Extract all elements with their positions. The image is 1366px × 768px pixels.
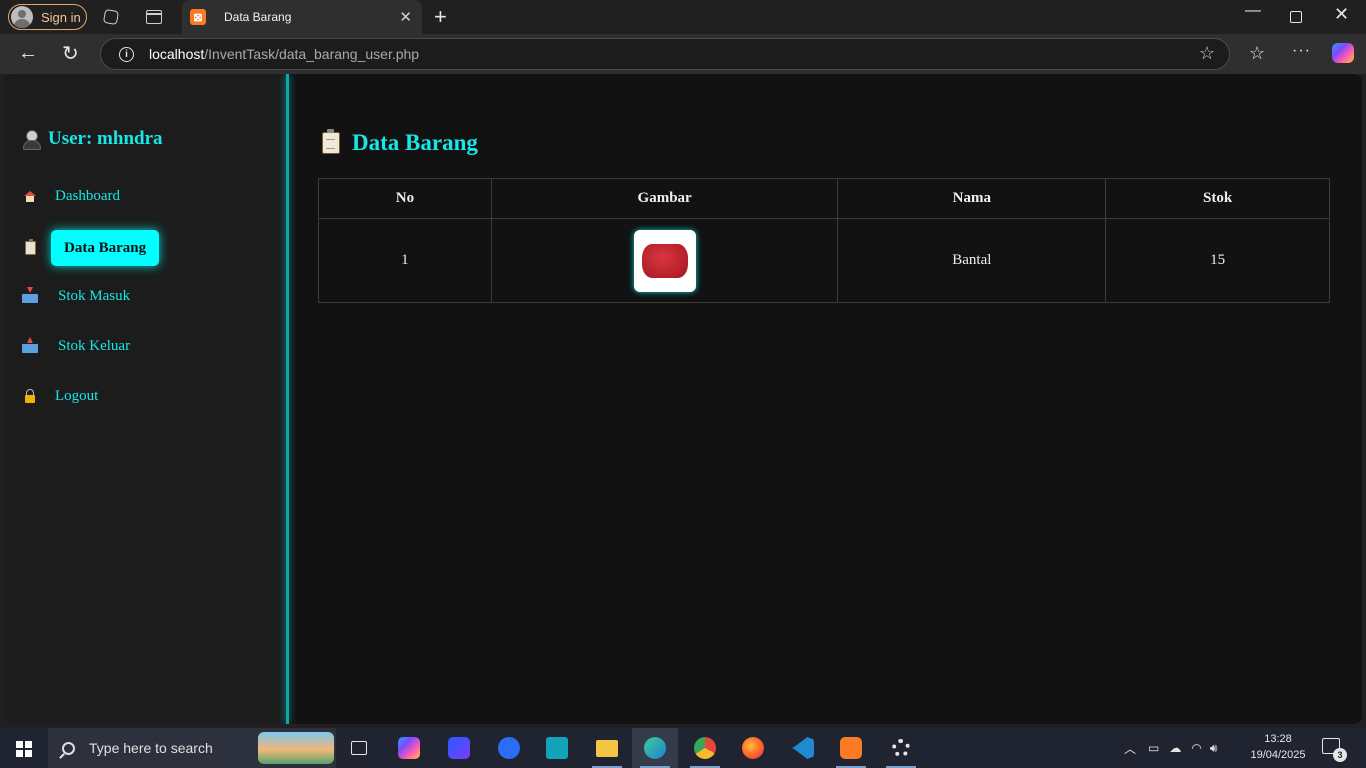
- sidebar-item-dashboard[interactable]: Dashboard: [22, 188, 120, 205]
- favorite-star-icon[interactable]: ☆: [1199, 43, 1215, 64]
- house-icon: [22, 189, 38, 205]
- column-header-no: No: [318, 178, 492, 219]
- browser-nav-bar: ← ↻ i localhost/InventTask/data_barang_u…: [0, 34, 1366, 74]
- xampp-icon[interactable]: [828, 728, 874, 768]
- sidebar-item-stok-masuk[interactable]: Stok Masuk: [22, 288, 130, 305]
- onedrive-icon[interactable]: ☁: [1169, 741, 1181, 755]
- zoom-icon[interactable]: [486, 728, 532, 768]
- sidebar-divider: [286, 74, 289, 724]
- xampp-favicon-icon: ⊠: [190, 9, 206, 25]
- system-clock[interactable]: 13:28 19/04/2025: [1246, 731, 1310, 763]
- sidebar-item-logout[interactable]: Logout: [22, 388, 98, 405]
- clipboard-icon: [322, 129, 340, 154]
- column-header-gambar: Gambar: [490, 178, 839, 219]
- product-image: [633, 229, 696, 292]
- column-header-nama: Nama: [837, 178, 1107, 219]
- page-title-text: Data Barang: [352, 130, 478, 155]
- workspaces-icon[interactable]: [102, 8, 120, 26]
- pillow-image: [641, 243, 688, 278]
- sign-in-button[interactable]: Sign in: [8, 4, 87, 30]
- search-highlight-image: [258, 732, 334, 764]
- table-header-row: No Gambar Nama Stok: [318, 178, 1330, 219]
- profile-avatar-icon: [11, 6, 33, 28]
- cell-no: 1: [318, 218, 492, 303]
- column-header-stok: Stok: [1105, 178, 1330, 219]
- user-label: User: mhndra: [48, 128, 163, 149]
- taskbar-search-box[interactable]: Type here to search: [48, 728, 336, 768]
- battery-icon[interactable]: ▭: [1148, 741, 1159, 755]
- task-view-icon[interactable]: [336, 728, 382, 768]
- clock-time: 13:28: [1264, 733, 1292, 745]
- url-host: localhost: [149, 46, 205, 62]
- sidebar-item-data-barang[interactable]: Data Barang: [22, 230, 160, 266]
- favorites-icon[interactable]: ☆: [1249, 43, 1265, 64]
- wifi-icon[interactable]: ◠: [1191, 741, 1201, 755]
- copilot-icon[interactable]: [1332, 43, 1354, 63]
- sidebar: User: mhndra Dashboard Data Barang Stok …: [4, 74, 288, 724]
- system-tray: ︿ ▭ ☁ ◠ 🔊︎: [1124, 728, 1217, 768]
- maximize-icon[interactable]: [1290, 11, 1302, 23]
- clock-date: 19/04/2025: [1250, 749, 1306, 761]
- notification-count-badge: 3: [1333, 748, 1347, 762]
- minimize-icon[interactable]: —: [1245, 2, 1261, 20]
- more-options-icon[interactable]: ···: [1292, 42, 1311, 60]
- inbox-tray-icon: [22, 289, 38, 305]
- data-barang-table: No Gambar Nama Stok 1 Bantal 15: [318, 178, 1330, 303]
- settings-gear-icon[interactable]: [878, 728, 924, 768]
- sidebar-item-label: Stok Masuk: [58, 288, 131, 304]
- search-icon: [62, 741, 75, 755]
- outbox-tray-icon: [22, 339, 38, 355]
- sidebar-item-label: Logout: [55, 388, 99, 404]
- file-explorer-icon[interactable]: [584, 728, 630, 768]
- sign-in-label: Sign in: [41, 9, 81, 25]
- clipboard-icon: [22, 239, 38, 256]
- back-arrow-icon[interactable]: ←: [18, 42, 38, 65]
- tab-title: Data Barang: [224, 10, 292, 24]
- cell-nama: Bantal: [837, 218, 1107, 303]
- edge-browser-icon[interactable]: [632, 728, 678, 768]
- app-bolt-icon[interactable]: [534, 728, 580, 768]
- close-window-icon[interactable]: ✕: [1334, 4, 1349, 25]
- close-tab-icon[interactable]: ✕: [399, 8, 412, 26]
- chevron-up-icon[interactable]: ︿: [1124, 740, 1136, 757]
- user-info: User: mhndra: [22, 128, 163, 150]
- user-icon: [22, 129, 41, 150]
- page-title: Data Barang: [322, 129, 478, 156]
- page-viewport: User: mhndra Dashboard Data Barang Stok …: [4, 74, 1362, 724]
- table-row: 1 Bantal 15: [318, 218, 1330, 303]
- tab-actions-icon[interactable]: [146, 10, 162, 24]
- reload-icon[interactable]: ↻: [62, 41, 79, 66]
- cell-gambar: [490, 218, 839, 303]
- search-placeholder: Type here to search: [89, 740, 213, 756]
- tab-data-barang[interactable]: ⊠ Data Barang ✕: [182, 0, 422, 34]
- new-tab-icon[interactable]: +: [434, 4, 447, 30]
- url-path: /InventTask/data_barang_user.php: [204, 46, 420, 62]
- sidebar-item-label: Stok Keluar: [58, 338, 131, 354]
- address-bar[interactable]: i localhost/InventTask/data_barang_user.…: [100, 38, 1230, 70]
- cell-stok: 15: [1105, 218, 1330, 303]
- site-info-icon[interactable]: i: [119, 46, 134, 62]
- volume-icon[interactable]: 🔊︎: [1210, 741, 1218, 756]
- windows-taskbar: Type here to search ︿ ▭ ☁ ◠ 🔊︎ 13:28 19/…: [0, 728, 1366, 768]
- copilot-app-icon[interactable]: [386, 728, 432, 768]
- sidebar-item-label: Data Barang: [51, 230, 160, 266]
- chrome-icon[interactable]: [682, 728, 728, 768]
- windows-start-icon[interactable]: [16, 741, 32, 757]
- firefox-icon[interactable]: [730, 728, 776, 768]
- sidebar-item-stok-keluar[interactable]: Stok Keluar: [22, 338, 130, 355]
- browser-title-bar: Sign in ⊠ Data Barang ✕ + — ✕: [0, 0, 1366, 34]
- vscode-icon[interactable]: [780, 728, 826, 768]
- lock-icon: [22, 389, 38, 405]
- app-m-icon[interactable]: [436, 728, 482, 768]
- sidebar-item-label: Dashboard: [55, 188, 120, 204]
